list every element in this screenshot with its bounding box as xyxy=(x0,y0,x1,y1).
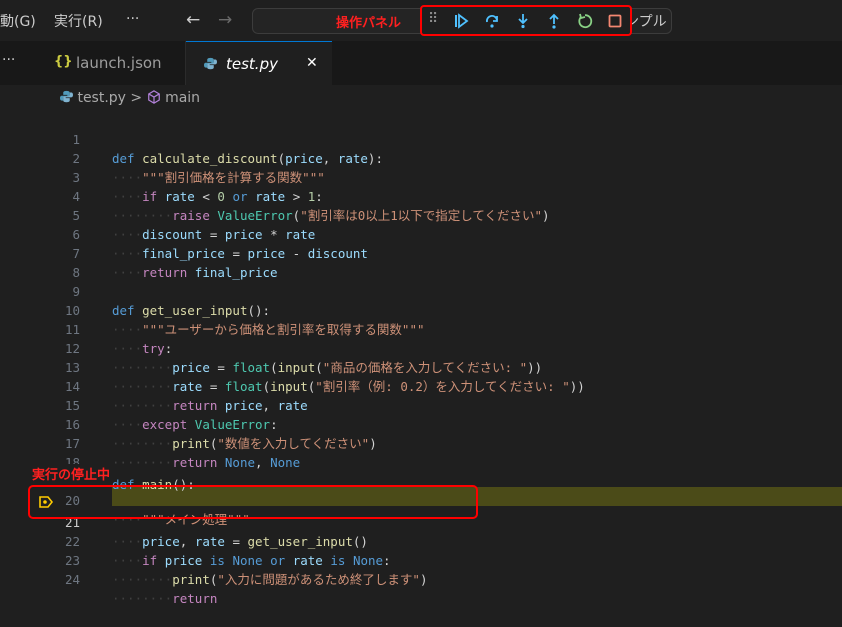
tab-test-py[interactable]: test.py ✕ xyxy=(186,41,332,85)
code-line: 9 def get_user_input(): xyxy=(0,263,842,318)
stopped-line-highlight-box xyxy=(28,485,478,519)
code-line: 16 ········print("数値を入力してください") xyxy=(0,396,842,451)
step-out-icon xyxy=(549,13,559,29)
code-line: 6 ····final_price = price - discount xyxy=(0,206,842,261)
code-text: ········print("入力に問題があるため終了します") xyxy=(112,572,428,587)
code-line: 11 ····try: xyxy=(0,301,842,356)
code-line: 4 ········raise ValueError("割引率は0以上1以下で指… xyxy=(0,168,842,223)
step-over-icon xyxy=(486,15,498,28)
paused-execution-arrow-icon xyxy=(39,496,53,508)
step-out-button[interactable] xyxy=(541,9,567,33)
code-line: 15 ····except ValueError: xyxy=(0,377,842,432)
menu-run[interactable]: 実行(R) xyxy=(54,11,103,31)
step-into-icon xyxy=(518,14,528,29)
breadcrumb-symbol[interactable]: main xyxy=(165,90,200,106)
stopped-annotation-label: 実行の停止中 xyxy=(32,464,111,483)
breadcrumb: test.py > main xyxy=(60,90,200,106)
code-line: 13 ········rate = float(input("割引率（例: 0.… xyxy=(0,339,842,394)
cube-icon xyxy=(147,90,160,104)
python-file-icon xyxy=(204,57,217,70)
restart-button[interactable] xyxy=(572,9,598,33)
tab-launch-label: launch.json xyxy=(76,54,162,72)
back-arrow-icon[interactable]: ← xyxy=(186,10,200,30)
python-file-icon xyxy=(60,90,73,103)
code-line: 7 ····return final_price xyxy=(0,225,842,280)
menu-more[interactable]: ··· xyxy=(126,11,139,27)
debug-toolbar: ⠿ xyxy=(420,5,632,36)
drag-grip-icon[interactable]: ⠿ xyxy=(428,11,438,27)
code-line: 2 ····"""割引価格を計算する関数""" xyxy=(0,130,842,185)
json-file-icon: {} xyxy=(54,54,73,69)
code-line: 14 ········return price, rate xyxy=(0,358,842,413)
breadcrumb-separator: > xyxy=(130,90,143,106)
breadcrumb-file[interactable]: test.py xyxy=(77,90,126,106)
continue-icon xyxy=(455,13,469,29)
code-line: 3 ····if rate < 0 or rate > 1: xyxy=(0,149,842,204)
forward-arrow-icon[interactable]: → xyxy=(218,10,232,30)
more-actions-icon[interactable]: ··· xyxy=(2,52,15,68)
code-line: 23 ········print("入力に問題があるため終了します") xyxy=(0,532,842,587)
step-over-button[interactable] xyxy=(479,9,505,33)
code-line: 17 ········return None, None xyxy=(0,415,842,470)
step-into-button[interactable] xyxy=(510,9,536,33)
line-number: 24 xyxy=(64,572,80,587)
code-line: 5 ····discount = price * rate xyxy=(0,187,842,242)
tab-test-label: test.py xyxy=(226,55,278,73)
code-text: ········return xyxy=(112,591,218,606)
code-line: 12 ········price = float(input("商品の価格を入力… xyxy=(0,320,842,375)
code-line: 18 xyxy=(0,434,842,470)
menu-bar: 動(G) 実行(R) ··· ← → ンプル 操作パネル ⠿ xyxy=(0,0,842,41)
code-line: 10 ····"""ユーザーから価格と割引率を取得する関数""" xyxy=(0,282,842,337)
tab-launch-json[interactable]: {} launch.json xyxy=(40,41,186,85)
code-line: 1 def calculate_discount(price, rate): xyxy=(0,111,842,166)
tab-bar: ··· {} launch.json test.py ✕ xyxy=(0,41,842,85)
continue-button[interactable] xyxy=(448,9,474,33)
restart-icon xyxy=(578,13,593,29)
code-line: 8 xyxy=(0,244,842,280)
code-line: 24 ········return xyxy=(0,551,842,606)
stop-button[interactable] xyxy=(602,9,628,33)
panel-annotation-label: 操作パネル xyxy=(336,16,402,31)
stop-icon xyxy=(608,14,622,28)
menu-go[interactable]: 動(G) xyxy=(0,11,36,31)
close-icon[interactable]: ✕ xyxy=(306,55,318,71)
